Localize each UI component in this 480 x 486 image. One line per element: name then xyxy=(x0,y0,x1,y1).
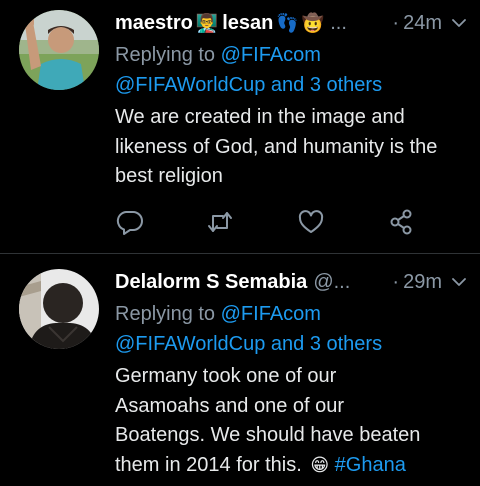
replying-to: Replying to @FIFAcom xyxy=(115,299,466,329)
display-name[interactable]: maestro xyxy=(115,12,193,35)
dot-separator: · xyxy=(392,11,400,34)
replying-prefix: Replying to xyxy=(115,303,221,325)
mention-link[interactable]: @FIFAcom xyxy=(221,44,321,66)
share-button[interactable] xyxy=(386,207,416,237)
name-ellipsis: ... xyxy=(330,11,347,34)
teacher-emoji: 👨‍🏫 xyxy=(195,12,219,33)
avatar[interactable] xyxy=(19,10,99,90)
tweet[interactable]: Delalorm S Semabia @... · 29m Replying t… xyxy=(0,254,480,486)
mention-link[interactable]: @FIFAWorldCup and 3 others xyxy=(115,333,382,355)
tweet-header: maestro 👨‍🏫 lesan 👣 🤠 ... · 24m xyxy=(115,6,466,40)
tweet-text-line: We are created in the image and xyxy=(115,106,405,128)
mention-link[interactable]: @FIFAWorldCup and 3 others xyxy=(115,74,382,96)
tweet-text: Germany took one of our Asamoahs and one… xyxy=(115,362,466,480)
handle[interactable]: @... xyxy=(313,271,350,294)
timestamp[interactable]: 24m xyxy=(403,12,442,35)
person-avatar-icon xyxy=(19,269,99,349)
retweet-icon xyxy=(208,212,232,232)
mention-link[interactable]: @FIFAcom xyxy=(221,303,321,325)
tweet[interactable]: maestro 👨‍🏫 lesan 👣 🤠 ... · 24m Replying… xyxy=(0,0,480,253)
replying-to-more: @FIFAWorldCup and 3 others xyxy=(115,70,466,100)
tweet-text-line: Germany took one of our xyxy=(115,365,337,387)
timestamp[interactable]: 29m xyxy=(403,271,442,294)
tweet-text-line-last: them in 2014 for this. 😁 #Ghana xyxy=(115,451,466,481)
tweet-text-line: best religion xyxy=(115,165,223,187)
like-icon xyxy=(298,210,324,233)
tweet-text-line: Asamoahs and one of our xyxy=(115,394,345,417)
reply-icon xyxy=(116,211,143,235)
chevron-down-icon[interactable] xyxy=(452,277,466,287)
cowboy-emoji: 🤠 xyxy=(301,12,325,33)
share-icon xyxy=(390,209,412,235)
dot-separator: · xyxy=(392,270,400,293)
replying-to-more: @FIFAWorldCup and 3 others xyxy=(115,329,466,359)
hashtag-link[interactable]: #Ghana xyxy=(335,454,406,476)
retweet-button[interactable] xyxy=(205,207,235,237)
referee-avatar-icon xyxy=(19,10,99,90)
display-name[interactable]: Delalorm S Semabia xyxy=(115,271,307,294)
grinning-emoji: 😁 xyxy=(310,454,330,475)
tweet-text-segment: them in 2014 for this. xyxy=(115,453,302,476)
tweet-text-line: likeness of God, and humanity is the xyxy=(115,135,438,158)
tweet-text-line: Boatengs. We should have beaten xyxy=(115,424,421,446)
replying-to: Replying to @FIFAcom xyxy=(115,40,466,70)
avatar[interactable] xyxy=(19,269,99,349)
tweet-header: Delalorm S Semabia @... · 29m xyxy=(115,265,466,299)
footprints-emoji: 👣 xyxy=(276,12,299,33)
tweet-actions xyxy=(115,207,421,237)
display-name-part[interactable]: lesan xyxy=(222,12,273,35)
chevron-down-icon[interactable] xyxy=(452,18,466,28)
like-button[interactable] xyxy=(296,207,326,237)
reply-button[interactable] xyxy=(115,207,145,237)
tweet-text: We are created in the image and likeness… xyxy=(115,103,466,192)
replying-prefix: Replying to xyxy=(115,44,221,66)
